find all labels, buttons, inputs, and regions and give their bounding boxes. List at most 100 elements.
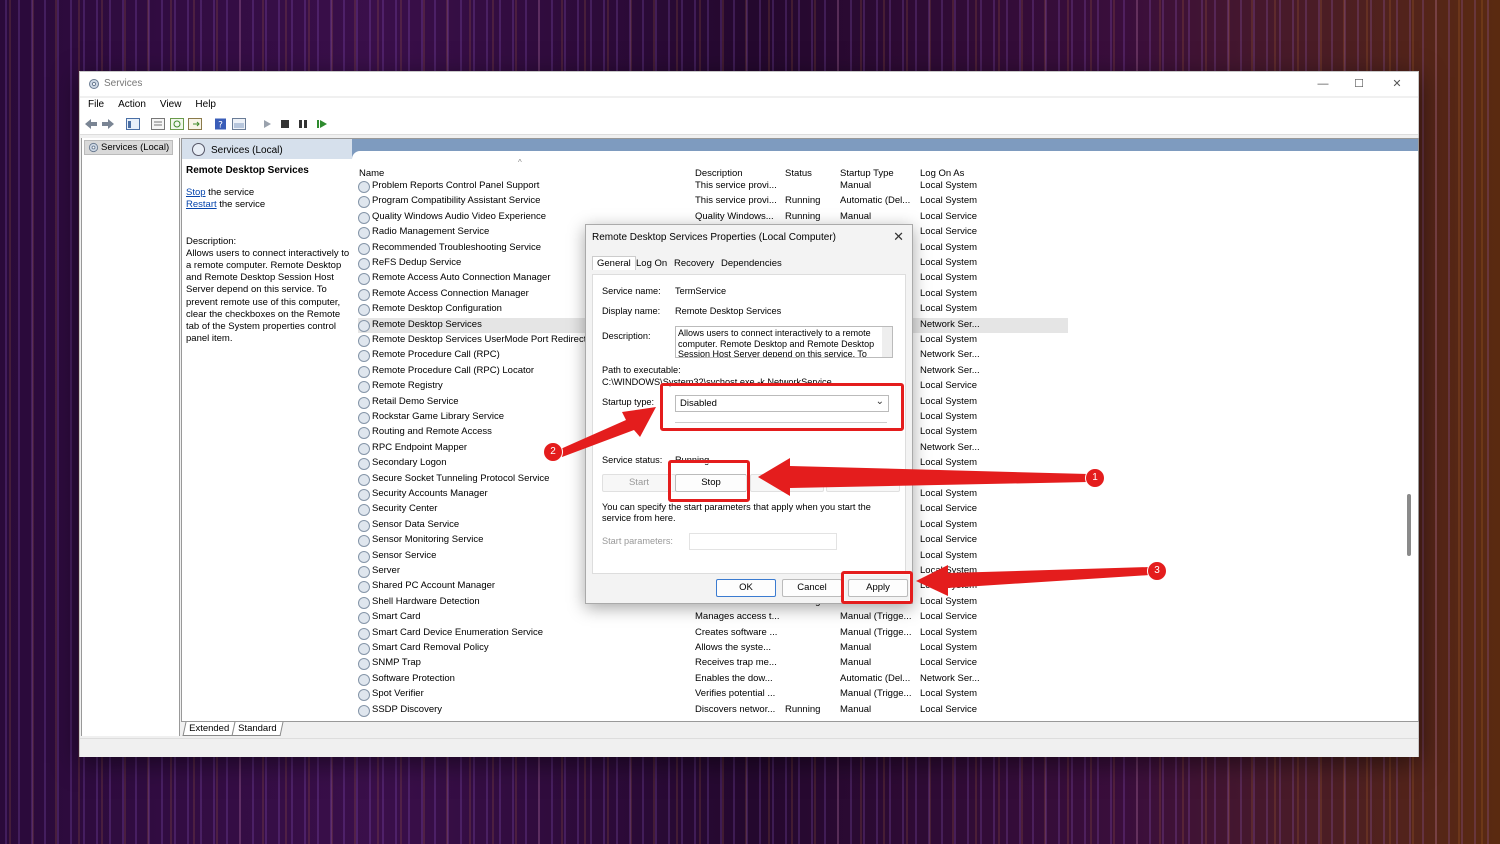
cell-startup: Manual [840,210,872,222]
tab-log-on[interactable]: Log On [636,258,667,269]
cell-name: Remote Procedure Call (RPC) [372,349,500,361]
vertical-scrollbar[interactable] [1404,154,1414,718]
tab-general[interactable]: General [592,256,636,270]
start-button[interactable]: Start [602,474,676,492]
cell-name: Rockstar Game Library Service [372,411,504,422]
description-label: Description: [186,235,237,247]
column-name[interactable]: Name [359,168,384,179]
cell-name: Software Protection [372,672,455,684]
service-gear-icon [358,242,370,255]
cell-startup: Automatic (Del... [840,672,911,684]
table-row[interactable]: Smart Card Device Enumeration Service Cre… [358,626,1068,641]
ok-button[interactable]: OK [716,579,776,597]
cell-logon: Local System [920,195,978,207]
description-scrollbar[interactable] [882,327,892,357]
service-gear-icon [358,319,370,332]
tab-recovery[interactable]: Recovery [674,258,714,269]
service-gear-icon [358,381,370,394]
column-startup-type[interactable]: Startup Type [840,168,894,179]
cell-logon: Local Service [920,472,978,484]
close-button[interactable]: ✕ [1384,76,1410,92]
cell-logon: Local System [920,549,978,561]
cell-desc: Receives trap me... [695,657,777,669]
table-row[interactable]: Smart Card Removal Policy Allows the syst… [358,641,1068,656]
start-parameters-input[interactable] [689,533,837,550]
menu-action[interactable]: Action [110,98,152,110]
pause-service-icon[interactable] [296,118,310,130]
table-row[interactable]: Quality Windows Audio Video Experience Qu… [358,210,1068,225]
scrollbar-thumb[interactable] [1407,494,1411,556]
tree-item-services-local[interactable]: Services (Local) [84,140,174,155]
console-tree: Services (Local) [81,138,180,736]
service-gear-icon [358,473,370,486]
menu-help[interactable]: Help [187,98,222,110]
table-row[interactable]: Smart Card Manages access t... Manual (Tri… [358,610,1068,625]
title-bar[interactable]: Services — ☐ ✕ [80,72,1418,96]
restart-service-link[interactable]: Restart [186,199,217,210]
stop-service-link[interactable]: Stop [186,187,206,198]
pane-header-title: Services (Local) [211,145,283,156]
cell-logon: Local System [920,580,978,592]
display-name-label: Display name: [602,306,661,316]
menu-view[interactable]: View [152,98,188,110]
services-gear-icon [88,142,99,153]
properties-sheet-icon[interactable] [151,118,165,130]
forward-arrow-icon[interactable] [101,118,115,130]
service-gear-icon [358,227,370,240]
cell-name: Remote Desktop Services [372,318,482,330]
back-arrow-icon[interactable] [84,118,98,130]
tab-dependencies[interactable]: Dependencies [721,258,782,269]
cell-logon: Network Ser... [920,318,980,330]
restart-link-suffix: the service [216,199,266,211]
cell-logon: Local System [920,565,978,576]
table-row[interactable]: Problem Reports Control Panel Support Thi… [358,179,1068,194]
cell-logon: Local Service [920,226,978,238]
description-textbox[interactable]: Allows users to connect interactively to… [675,326,893,358]
dialog-close-button[interactable]: ✕ [893,229,904,245]
highlight-apply-button [841,571,913,604]
cell-name: Problem Reports Control Panel Support [372,180,540,191]
service-gear-icon [358,427,370,440]
cell-desc: Creates software ... [695,626,778,638]
export-list-icon[interactable] [188,118,202,130]
service-gear-icon [358,504,370,517]
table-row[interactable]: Software Protection Enables the dow... Aut… [358,672,1068,687]
service-gear-icon [358,673,370,686]
window-title: Services [104,78,143,89]
service-gear-icon [358,258,370,270]
column-status[interactable]: Status [785,168,812,179]
cancel-button[interactable]: Cancel [782,579,842,597]
pause-button[interactable]: Pause [750,474,824,492]
start-service-icon[interactable] [260,118,274,130]
cell-name: Routing and Remote Access [372,426,492,438]
startup-type-label: Startup type: [602,397,655,407]
snapin-view-icon[interactable] [232,118,246,130]
help-icon[interactable]: ? [214,118,228,130]
column-log-on-as[interactable]: Log On As [920,168,964,179]
cell-name: Remote Access Auto Connection Manager [372,272,551,284]
minimize-button[interactable]: — [1310,76,1336,92]
cell-logon: Local System [920,395,978,407]
refresh-icon[interactable] [170,118,184,130]
maximize-button[interactable]: ☐ [1346,76,1372,92]
stop-service-icon[interactable] [278,118,292,130]
cell-status: Running [785,703,821,715]
description-pane: Remote Desktop Services Stop the service… [186,165,350,345]
show-console-tree-icon[interactable] [126,118,140,130]
start-params-hint: You can specify the start parameters tha… [602,502,871,523]
tab-extended[interactable]: Extended [182,722,236,736]
service-gear-icon [358,689,370,702]
column-description[interactable]: Description [695,168,743,179]
cell-name: Smart Card Removal Policy [372,642,489,653]
tab-standard[interactable]: Standard [231,722,284,736]
resume-button[interactable]: Resume [826,474,900,492]
table-row[interactable]: Program Compatibility Assistant Service T… [358,194,1068,209]
table-row[interactable]: SSDP Discovery Discovers networ... Running… [358,703,1068,718]
table-row[interactable]: SNMP Trap Receives trap me... Manual Local … [358,656,1068,671]
menu-file[interactable]: File [80,98,110,110]
restart-service-icon[interactable] [315,118,329,130]
cell-logon: Local System [920,457,978,469]
service-gear-icon [358,658,370,671]
cell-desc: Verifies potential ... [695,688,776,700]
table-row[interactable]: Spot Verifier Verifies potential ... Manua… [358,687,1068,702]
